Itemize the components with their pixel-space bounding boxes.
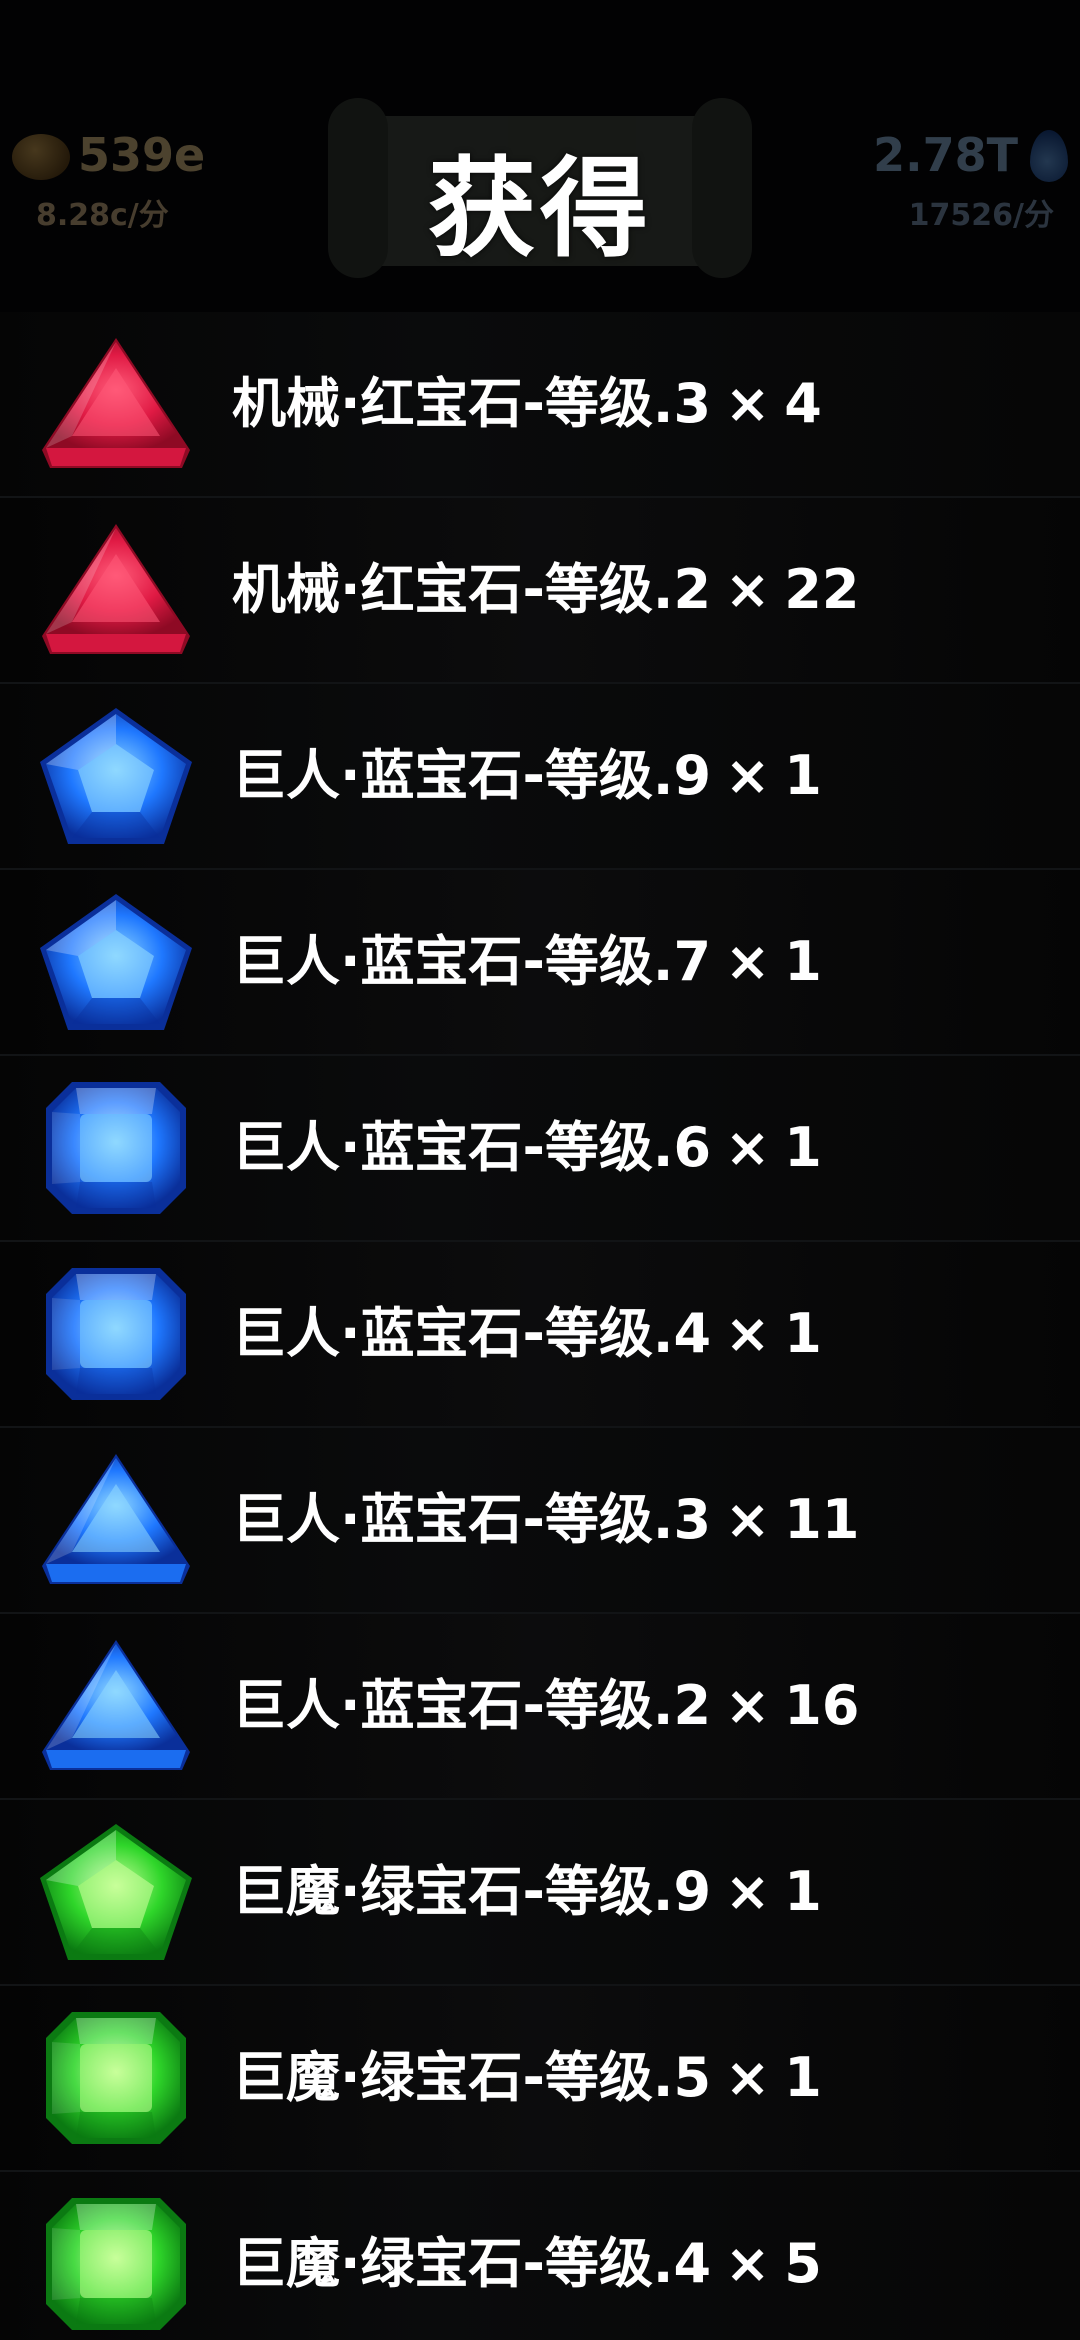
item-name: 机械·红宝石-等级.3 bbox=[232, 372, 712, 435]
reward-item-label: 机械·红宝石-等级.2 × 22 bbox=[232, 498, 859, 682]
green-octagon-gem-icon bbox=[36, 2192, 196, 2336]
multiply-sign: × bbox=[725, 1302, 771, 1365]
item-name: 巨魔·绿宝石-等级.5 bbox=[232, 2046, 712, 2109]
multiply-sign: × bbox=[725, 1860, 771, 1923]
item-quantity: 5 bbox=[784, 2232, 822, 2295]
item-name: 巨魔·绿宝石-等级.9 bbox=[232, 1860, 712, 1923]
reward-item-row[interactable]: 巨人·蓝宝石-等级.6 × 1 bbox=[0, 1056, 1080, 1242]
multiply-sign: × bbox=[725, 372, 771, 435]
reward-item-row[interactable]: 巨魔·绿宝石-等级.5 × 1 bbox=[0, 1986, 1080, 2172]
reward-item-label: 巨人·蓝宝石-等级.2 × 16 bbox=[232, 1614, 859, 1798]
item-name: 巨魔·绿宝石-等级.4 bbox=[232, 2232, 712, 2295]
item-quantity: 1 bbox=[784, 744, 822, 807]
item-quantity: 1 bbox=[784, 1860, 822, 1923]
reward-item-row[interactable]: 巨魔·绿宝石-等级.4 × 5 bbox=[0, 2172, 1080, 2340]
item-quantity: 1 bbox=[784, 1302, 822, 1365]
blue-pentagon-gem-icon bbox=[36, 704, 196, 848]
reward-item-label: 机械·红宝石-等级.3 × 4 bbox=[232, 312, 822, 496]
reward-item-label: 巨人·蓝宝石-等级.9 × 1 bbox=[232, 684, 822, 868]
red-triangle-gem-icon bbox=[36, 518, 196, 662]
item-quantity: 4 bbox=[784, 372, 822, 435]
multiply-sign: × bbox=[725, 930, 771, 993]
blue-octagon-gem-icon bbox=[36, 1076, 196, 1220]
reward-item-row[interactable]: 巨人·蓝宝石-等级.3 × 11 bbox=[0, 1428, 1080, 1614]
blue-octagon-gem-icon bbox=[36, 1262, 196, 1406]
item-name: 巨人·蓝宝石-等级.3 bbox=[232, 1488, 712, 1551]
reward-item-label: 巨人·蓝宝石-等级.7 × 1 bbox=[232, 870, 822, 1054]
item-quantity: 22 bbox=[784, 558, 860, 621]
green-pentagon-gem-icon bbox=[36, 1820, 196, 1964]
reward-item-label: 巨魔·绿宝石-等级.4 × 5 bbox=[232, 2172, 822, 2340]
reward-item-label: 巨人·蓝宝石-等级.4 × 1 bbox=[232, 1242, 822, 1426]
blue-triangle-gem-icon bbox=[36, 1448, 196, 1592]
item-name: 巨人·蓝宝石-等级.7 bbox=[232, 930, 712, 993]
reward-item-label: 巨人·蓝宝石-等级.3 × 11 bbox=[232, 1428, 859, 1612]
reward-item-list[interactable]: 机械·红宝石-等级.3 × 4 机械·红宝石-等级.2 × 22 巨人·蓝宝石-等级.9 × 1… bbox=[0, 312, 1080, 2340]
reward-item-label: 巨人·蓝宝石-等级.6 × 1 bbox=[232, 1056, 822, 1240]
reward-item-row[interactable]: 巨人·蓝宝石-等级.9 × 1 bbox=[0, 684, 1080, 870]
item-quantity: 1 bbox=[784, 1116, 822, 1179]
reward-item-row[interactable]: 巨人·蓝宝石-等级.7 × 1 bbox=[0, 870, 1080, 1056]
multiply-sign: × bbox=[725, 1488, 771, 1551]
multiply-sign: × bbox=[725, 2232, 771, 2295]
green-octagon-gem-icon bbox=[36, 2006, 196, 2150]
item-quantity: 1 bbox=[784, 2046, 822, 2109]
item-quantity: 16 bbox=[784, 1674, 860, 1737]
item-name: 巨人·蓝宝石-等级.9 bbox=[232, 744, 712, 807]
item-quantity: 1 bbox=[784, 930, 822, 993]
blue-triangle-gem-icon bbox=[36, 1634, 196, 1778]
blue-pentagon-gem-icon bbox=[36, 890, 196, 1034]
item-quantity: 11 bbox=[784, 1488, 860, 1551]
multiply-sign: × bbox=[725, 1674, 771, 1737]
reward-item-row[interactable]: 机械·红宝石-等级.2 × 22 bbox=[0, 498, 1080, 684]
multiply-sign: × bbox=[725, 744, 771, 807]
red-triangle-gem-icon bbox=[36, 332, 196, 476]
multiply-sign: × bbox=[725, 2046, 771, 2109]
item-name: 巨人·蓝宝石-等级.2 bbox=[232, 1674, 712, 1737]
reward-item-row[interactable]: 巨人·蓝宝石-等级.4 × 1 bbox=[0, 1242, 1080, 1428]
reward-item-row[interactable]: 机械·红宝石-等级.3 × 4 bbox=[0, 312, 1080, 498]
reward-screen: 539e 8.28c/分 2.78T 17526/分 获得 机械·红宝石-等级.… bbox=[0, 0, 1080, 2340]
reward-item-label: 巨魔·绿宝石-等级.5 × 1 bbox=[232, 1986, 822, 2170]
item-name: 机械·红宝石-等级.2 bbox=[232, 558, 712, 621]
obtain-title: 获得 bbox=[427, 147, 652, 272]
reward-item-row[interactable]: 巨人·蓝宝石-等级.2 × 16 bbox=[0, 1614, 1080, 1800]
reward-item-label: 巨魔·绿宝石-等级.9 × 1 bbox=[232, 1800, 822, 1984]
multiply-sign: × bbox=[725, 1116, 771, 1179]
multiply-sign: × bbox=[725, 558, 771, 621]
item-name: 巨人·蓝宝石-等级.6 bbox=[232, 1116, 712, 1179]
item-name: 巨人·蓝宝石-等级.4 bbox=[232, 1302, 712, 1365]
reward-item-row[interactable]: 巨魔·绿宝石-等级.9 × 1 bbox=[0, 1800, 1080, 1986]
